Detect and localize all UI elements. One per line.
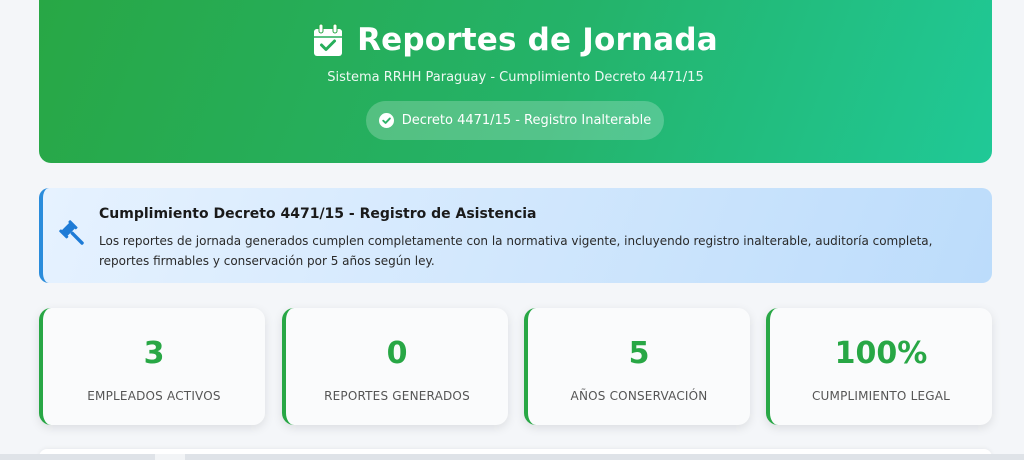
calendar-check-icon [314, 23, 343, 56]
stat-value: 100% [834, 336, 928, 371]
stat-value: 0 [386, 336, 408, 371]
decree-badge-label: Decreto 4471/15 - Registro Inalterable [401, 113, 652, 128]
stat-label: AÑOS CONSERVACIÓN [570, 389, 708, 403]
stat-label: EMPLEADOS ACTIVOS [87, 389, 221, 403]
alert-text: Los reportes de jornada generados cumple… [99, 234, 933, 268]
decree-badge: Decreto 4471/15 - Registro Inalterable [366, 101, 664, 140]
check-circle-icon [378, 113, 394, 128]
stat-card-reports: 0 REPORTES GENERADOS [282, 308, 508, 425]
stat-value: 3 [143, 336, 165, 371]
page-subtitle: Sistema RRHH Paraguay - Cumplimiento Dec… [327, 70, 704, 85]
stat-label: REPORTES GENERADOS [324, 389, 470, 403]
stat-label: CUMPLIMIENTO LEGAL [811, 389, 951, 403]
stat-card-retention: 5 AÑOS CONSERVACIÓN [524, 308, 750, 425]
alert-title: Cumplimiento Decreto 4471/15 - Registro … [99, 206, 537, 222]
scrollbar-thumb[interactable] [155, 454, 185, 460]
page-header: Reportes de Jornada Sistema RRHH Paragua… [39, 0, 992, 163]
stat-card-compliance: 100% CUMPLIMIENTO LEGAL [766, 308, 992, 425]
stat-card-employees: 3 EMPLEADOS ACTIVOS [39, 308, 265, 425]
header-title-row: Reportes de Jornada [39, 22, 992, 58]
horizontal-scrollbar[interactable] [0, 454, 1024, 460]
page-title: Reportes de Jornada [357, 22, 718, 58]
gavel-icon [59, 220, 84, 245]
stat-value: 5 [628, 336, 650, 371]
compliance-alert: Cumplimiento Decreto 4471/15 - Registro … [39, 188, 992, 283]
